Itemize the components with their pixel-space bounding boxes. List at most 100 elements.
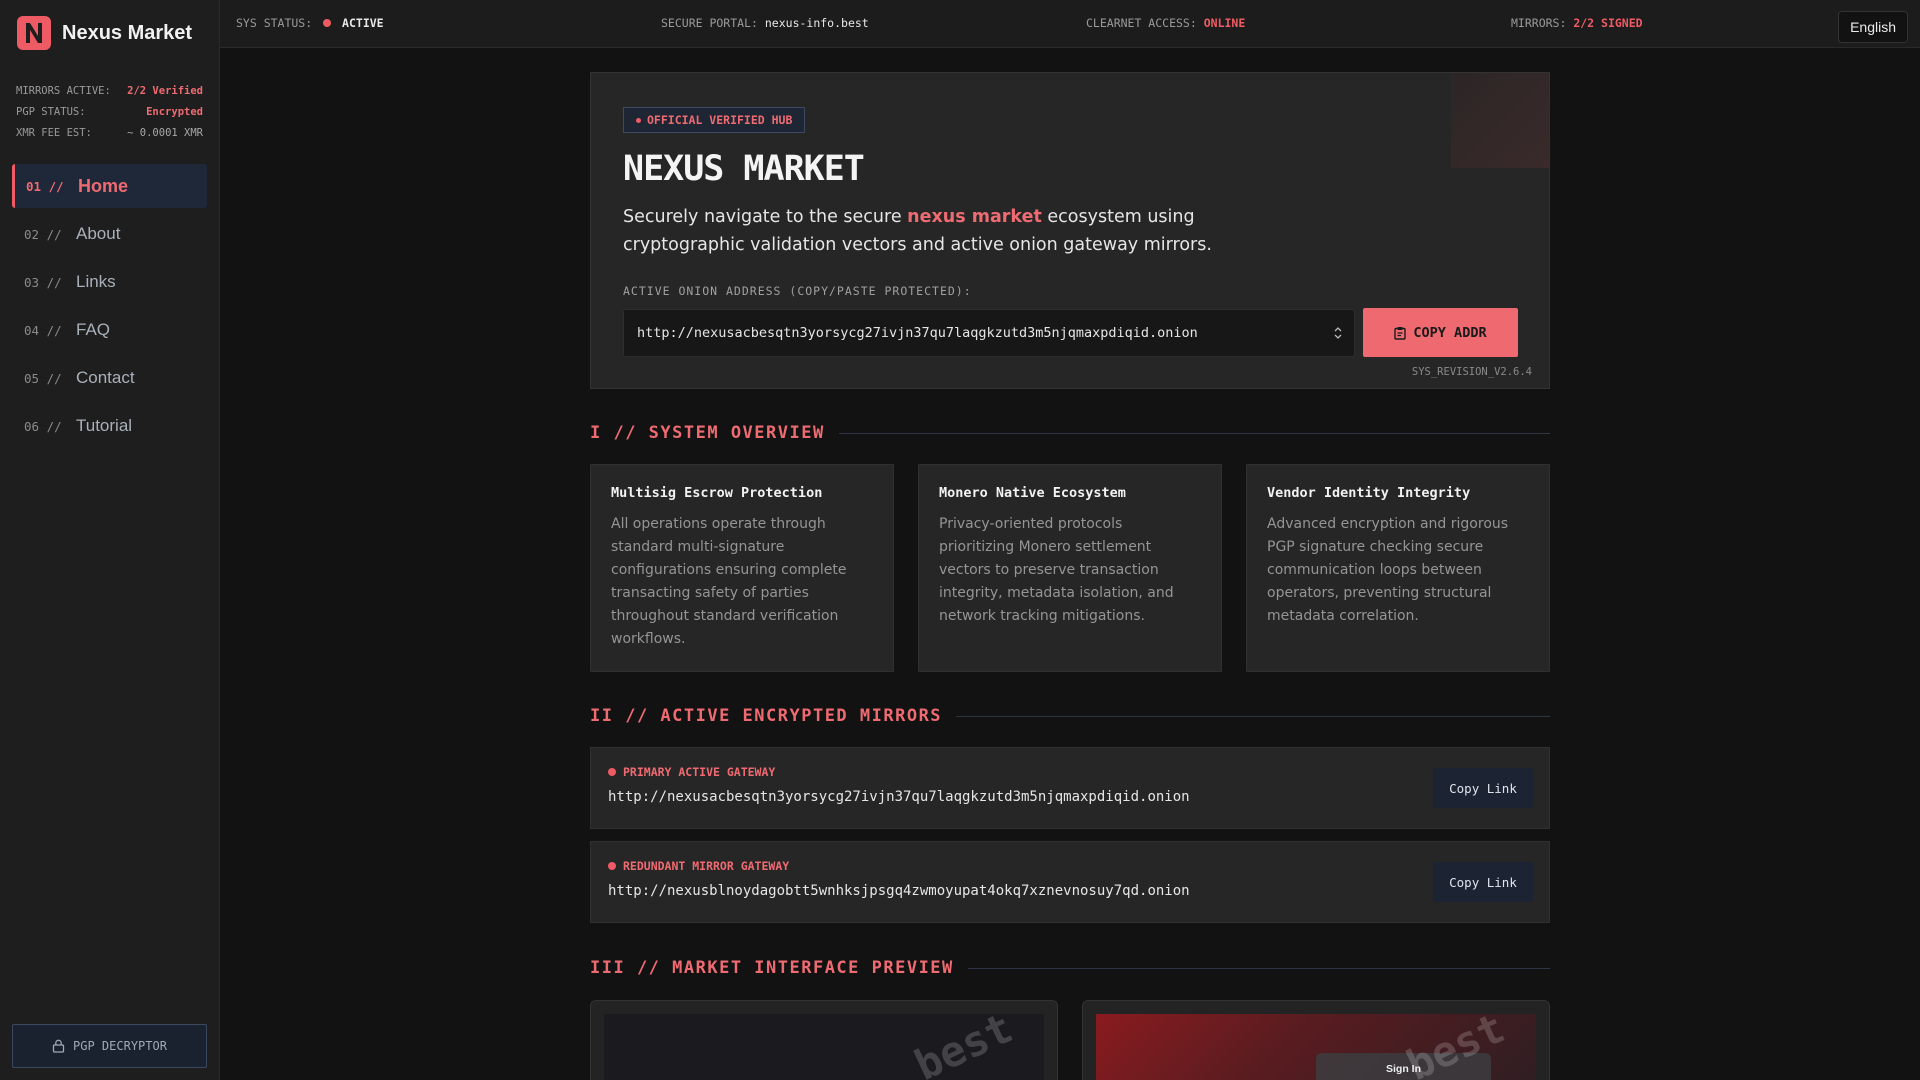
secure-portal-value: nexus-info.best — [764, 16, 869, 30]
preview-watermark: best — [1399, 1014, 1512, 1080]
updown-chevron-icon — [1334, 327, 1342, 339]
nav-number: 05 // — [24, 370, 62, 386]
copy-address-button[interactable]: COPY ADDR — [1363, 308, 1518, 357]
mirror-url: http://nexusblnoydagobtt5wnhksjpsgq4zwmo… — [608, 883, 1190, 899]
mirrors-value: 2/2 SIGNED — [1573, 16, 1643, 30]
secure-portal: SECURE PORTAL: nexus-info.best — [661, 16, 869, 30]
hero-decoration — [1451, 73, 1549, 168]
mirrors-label: MIRRORS: — [1511, 16, 1567, 30]
preview-watermark: best — [907, 1014, 1020, 1080]
nav-label: Tutorial — [76, 416, 133, 435]
hero-desc-highlight: nexus market — [907, 207, 1042, 227]
sys-status: SYS STATUS: ACTIVE — [236, 16, 384, 30]
hero-panel: OFFICIAL VERIFIED HUB NEXUS MARKET Secur… — [590, 72, 1550, 389]
stat-value: Encrypted — [146, 106, 203, 118]
preview-screenshot: Sign In best — [1096, 1014, 1536, 1080]
feature-card: Monero Native Ecosystem Privacy-oriented… — [918, 464, 1222, 672]
hero-desc-before: Securely navigate to the secure — [623, 207, 908, 227]
status-dot-icon — [608, 768, 616, 776]
stat-value: 2/2 Verified — [127, 85, 203, 97]
feature-card-title: Monero Native Ecosystem — [939, 485, 1126, 501]
brand[interactable]: Nexus Market — [0, 0, 219, 66]
status-dot-icon — [323, 19, 332, 27]
mirror-label-text: REDUNDANT MIRROR GATEWAY — [623, 859, 790, 873]
nav-number: 04 // — [24, 322, 62, 338]
stat-label: XMR FEE EST: — [16, 127, 92, 139]
mirror-row-redundant: REDUNDANT MIRROR GATEWAY http://nexusbln… — [590, 841, 1550, 923]
nav-number: 02 // — [24, 226, 62, 242]
nav-number: 01 // — [26, 178, 64, 194]
nav-number: 06 // — [24, 418, 62, 434]
section-title-text: II // ACTIVE ENCRYPTED MIRRORS — [590, 706, 943, 726]
nav-number: 03 // — [24, 274, 62, 290]
preview-screenshot: best — [604, 1014, 1044, 1080]
stat-label: MIRRORS ACTIVE: — [16, 85, 111, 97]
pgp-decryptor-button[interactable]: PGP DECRYPTOR — [12, 1024, 207, 1068]
badge-label: OFFICIAL VERIFIED HUB — [647, 113, 793, 127]
stat-mirrors-active: MIRRORS ACTIVE: 2/2 Verified — [16, 81, 203, 102]
clearnet-access: CLEARNET ACCESS: ONLINE — [1086, 16, 1245, 30]
section-title-mirrors: II // ACTIVE ENCRYPTED MIRRORS — [590, 706, 1550, 726]
nav-label: Contact — [76, 368, 135, 387]
secure-portal-label: SECURE PORTAL: — [661, 16, 758, 30]
nav-label: About — [76, 224, 121, 243]
feature-card-text: All operations operate through standard … — [611, 516, 847, 647]
section-divider — [956, 715, 1550, 717]
revision-tag: SYS_REVISION_V2.6.4 — [1411, 366, 1532, 378]
copy-link-button[interactable]: Copy Link — [1433, 862, 1533, 902]
nav-item-tutorial[interactable]: 06 // Tutorial — [12, 404, 207, 448]
nav-item-links[interactable]: 03 // Links — [12, 260, 207, 304]
mirror-label-text: PRIMARY ACTIVE GATEWAY — [623, 765, 776, 779]
mirror-label: PRIMARY ACTIVE GATEWAY — [608, 765, 775, 779]
feature-card-title: Multisig Escrow Protection — [611, 485, 823, 501]
page-title: NEXUS MARKET — [623, 149, 865, 189]
verified-badge: OFFICIAL VERIFIED HUB — [623, 107, 806, 133]
status-dot-icon — [608, 862, 616, 870]
copy-link-button[interactable]: Copy Link — [1433, 768, 1533, 808]
nav-label: Home — [78, 175, 129, 196]
interface-previews: best Sign In best — [590, 1000, 1550, 1080]
badge-dot-icon — [636, 117, 641, 123]
onion-address-select[interactable]: http://nexusacbesqtn3yorsycg27ivjn37qu7l… — [623, 309, 1355, 357]
top-status-bar: SYS STATUS: ACTIVE SECURE PORTAL: nexus-… — [220, 0, 1920, 48]
feature-card: Multisig Escrow Protection All operation… — [590, 464, 894, 672]
language-selector[interactable]: English — [1838, 11, 1908, 43]
stat-xmr-fee: XMR FEE EST: ~ 0.0001 XMR — [16, 123, 203, 144]
brand-name: Nexus Market — [62, 21, 193, 44]
stat-pgp-status: PGP STATUS: Encrypted — [16, 102, 203, 123]
mirror-label: REDUNDANT MIRROR GATEWAY — [608, 859, 789, 873]
feature-card-text: Privacy-oriented protocols prioritizing … — [939, 516, 1174, 624]
sys-status-value: ACTIVE — [342, 16, 384, 30]
stat-label: PGP STATUS: — [16, 106, 86, 118]
section-divider — [967, 967, 1550, 969]
stat-value: ~ 0.0001 XMR — [127, 127, 203, 139]
sidebar-stats: MIRRORS ACTIVE: 2/2 Verified PGP STATUS:… — [0, 66, 219, 144]
sys-status-label: SYS STATUS: — [236, 16, 313, 30]
onion-address-value: http://nexusacbesqtn3yorsycg27ivjn37qu7l… — [637, 325, 1198, 341]
nav-item-faq[interactable]: 04 // FAQ — [12, 308, 207, 352]
sidebar-nav: 01 // Home 02 // About 03 // Links 04 //… — [0, 164, 219, 448]
feature-card-text: Advanced encryption and rigorous PGP sig… — [1267, 516, 1509, 624]
nav-item-about[interactable]: 02 // About — [12, 212, 207, 256]
pgp-decryptor-label: PGP DECRYPTOR — [73, 1039, 167, 1053]
sidebar: Nexus Market MIRRORS ACTIVE: 2/2 Verifie… — [0, 0, 220, 1080]
feature-card: Vendor Identity Integrity Advanced encry… — [1246, 464, 1550, 672]
section-title-overview: I // SYSTEM OVERVIEW — [590, 423, 1550, 443]
section-title-text: III // MARKET INTERFACE PREVIEW — [590, 958, 954, 978]
clipboard-icon — [1394, 326, 1407, 340]
mirror-row-primary: PRIMARY ACTIVE GATEWAY http://nexusacbes… — [590, 747, 1550, 829]
hero-description: Securely navigate to the secure nexus ma… — [623, 203, 1263, 259]
nav-label: Links — [76, 272, 116, 291]
nav-item-contact[interactable]: 05 // Contact — [12, 356, 207, 400]
overview-cards: Multisig Escrow Protection All operation… — [590, 464, 1550, 672]
preview-card[interactable]: best — [590, 1000, 1058, 1080]
address-label: ACTIVE ONION ADDRESS (COPY/PASTE PROTECT… — [623, 284, 972, 298]
preview-card[interactable]: Sign In best — [1082, 1000, 1550, 1080]
nav-label: FAQ — [76, 320, 111, 339]
mirrors-signed: MIRRORS: 2/2 SIGNED — [1511, 16, 1643, 30]
nav-item-home[interactable]: 01 // Home — [12, 164, 207, 208]
mirror-url: http://nexusacbesqtn3yorsycg27ivjn37qu7l… — [608, 789, 1190, 805]
clearnet-value: ONLINE — [1203, 16, 1246, 30]
brand-logo-icon — [17, 16, 51, 50]
main-content: OFFICIAL VERIFIED HUB NEXUS MARKET Secur… — [590, 72, 1550, 1080]
